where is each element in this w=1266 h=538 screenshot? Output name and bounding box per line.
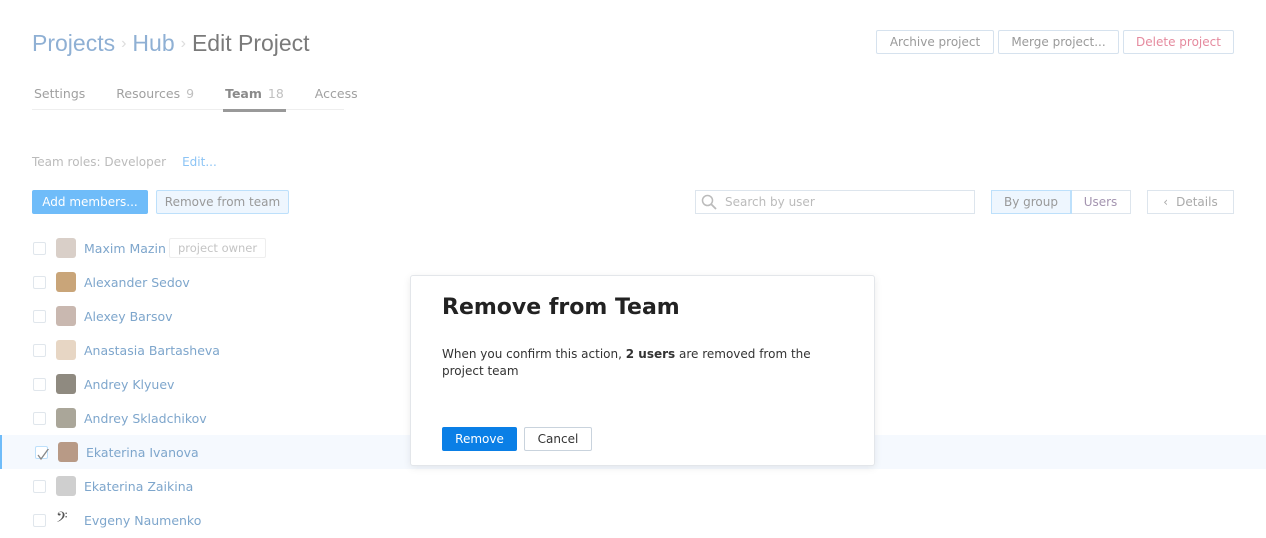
member-name[interactable]: Ekaterina Ivanova: [86, 445, 199, 460]
member-name[interactable]: Alexander Sedov: [84, 275, 190, 290]
chevron-right-icon: ›: [121, 34, 127, 52]
member-checkbox[interactable]: [33, 377, 46, 391]
team-roles-label: Team roles: Developer: [32, 155, 167, 169]
search-input[interactable]: Search by user: [695, 190, 975, 214]
avatar: [56, 408, 76, 428]
avatar: [56, 374, 76, 394]
view-toggle: By group Users: [991, 190, 1131, 214]
details-button[interactable]: ‹ Details: [1147, 190, 1234, 214]
delete-project-button[interactable]: Delete project: [1123, 30, 1234, 54]
cancel-button[interactable]: Cancel: [524, 427, 592, 451]
chevron-left-icon: ‹: [1163, 195, 1169, 209]
avatar: [56, 340, 76, 360]
archive-project-button[interactable]: Archive project: [876, 30, 994, 54]
tab-label: Settings: [34, 86, 86, 101]
tab-access[interactable]: Access: [313, 86, 360, 110]
member-checkbox[interactable]: [33, 343, 46, 357]
tab-settings[interactable]: Settings: [32, 86, 87, 110]
member-checkbox[interactable]: [33, 479, 46, 493]
add-members-button[interactable]: Add members...: [32, 190, 148, 214]
member-checkbox[interactable]: [35, 445, 50, 460]
member-name[interactable]: Alexey Barsov: [84, 309, 173, 324]
by-group-toggle[interactable]: By group: [991, 190, 1072, 214]
breadcrumb: Projects › Hub › Edit Project: [32, 30, 310, 57]
search-placeholder: Search by user: [725, 195, 815, 209]
avatar: 𝄢: [56, 510, 76, 530]
member-name[interactable]: Andrey Skladchikov: [84, 411, 207, 426]
avatar: [56, 476, 76, 496]
tab-label: Access: [314, 86, 358, 101]
tab-resources[interactable]: Resources 9: [114, 86, 196, 110]
dialog-message: When you confirm this action, 2 users ar…: [442, 346, 842, 380]
member-row[interactable]: 𝄢 Evgeny Naumenko: [0, 503, 1266, 537]
member-checkbox[interactable]: [33, 513, 46, 527]
member-name[interactable]: Andrey Klyuev: [84, 377, 174, 392]
avatar: [58, 442, 78, 462]
member-name[interactable]: Ekaterina Zaikina: [84, 479, 193, 494]
tab-team[interactable]: Team 18: [223, 86, 286, 112]
check-icon: [37, 447, 50, 460]
member-name[interactable]: Evgeny Naumenko: [84, 513, 201, 528]
avatar: [56, 306, 76, 326]
breadcrumb-hub[interactable]: Hub: [132, 30, 174, 57]
dialog-title: Remove from Team: [442, 295, 680, 320]
avatar: [56, 272, 76, 292]
details-label: Details: [1176, 195, 1218, 209]
message-text: When you confirm this action,: [442, 347, 626, 361]
breadcrumb-projects[interactable]: Projects: [32, 30, 115, 57]
owner-badge: project owner: [169, 238, 267, 258]
member-checkbox[interactable]: [33, 275, 46, 289]
member-checkbox[interactable]: [33, 309, 46, 323]
message-count: 2 users: [625, 347, 676, 361]
member-checkbox[interactable]: [33, 241, 46, 255]
member-name[interactable]: Anastasia Bartasheva: [84, 343, 220, 358]
remove-from-team-button[interactable]: Remove from team: [156, 190, 289, 214]
page-title: Edit Project: [191, 30, 310, 56]
member-name[interactable]: Maxim Mazin: [84, 241, 166, 256]
team-roles: Team roles: Developer Edit...: [32, 155, 217, 169]
users-toggle[interactable]: Users: [1071, 191, 1130, 213]
member-row[interactable]: Maxim Mazin project owner: [0, 231, 1266, 265]
member-row[interactable]: Ekaterina Zaikina: [0, 469, 1266, 503]
avatar: [56, 238, 76, 258]
tab-label: Team: [225, 86, 262, 101]
member-checkbox[interactable]: [33, 411, 46, 425]
tab-label: Resources: [116, 86, 181, 101]
edit-roles-link[interactable]: Edit...: [182, 155, 217, 169]
search-icon: [701, 194, 717, 210]
chevron-right-icon: ›: [180, 34, 186, 52]
merge-project-button[interactable]: Merge project...: [998, 30, 1119, 54]
remove-from-team-dialog: Remove from Team When you confirm this a…: [410, 275, 875, 466]
tabs: Settings Resources 9 Team 18 Access: [32, 86, 358, 112]
tab-count: 18: [267, 86, 284, 101]
confirm-remove-button[interactable]: Remove: [442, 427, 517, 451]
tab-count: 9: [186, 86, 195, 101]
